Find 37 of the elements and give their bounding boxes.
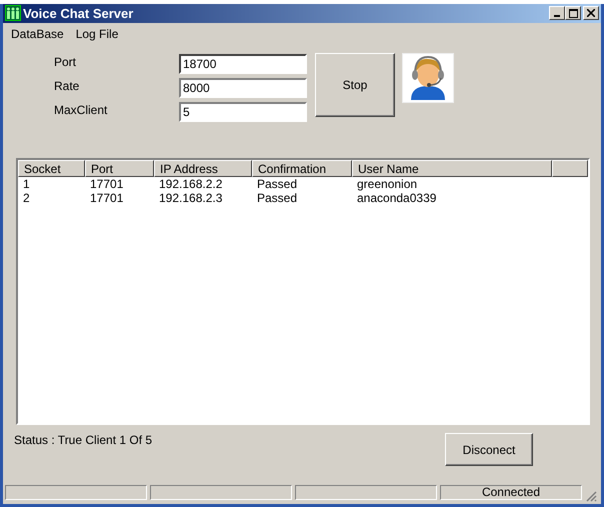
- column-header[interactable]: [552, 160, 588, 178]
- maximize-button[interactable]: [565, 6, 581, 20]
- close-button[interactable]: [583, 6, 599, 20]
- table-cell-text: Passed: [256, 177, 298, 192]
- column-header[interactable]: User Name: [352, 160, 552, 178]
- table-cell-text: 192.168.2.3: [158, 191, 224, 206]
- field-label: MaxClient: [54, 102, 108, 119]
- input-field[interactable]: 5: [179, 102, 307, 122]
- stop-button[interactable]: Stop: [315, 52, 395, 117]
- minimize-button[interactable]: [549, 6, 565, 20]
- column-header[interactable]: IP Address: [154, 160, 252, 178]
- menu-item[interactable]: Log File: [76, 26, 118, 41]
- field-label: Rate: [54, 78, 80, 95]
- status-panel: Connected: [440, 485, 582, 500]
- column-header[interactable]: Confirmation: [252, 160, 352, 178]
- headset-user-icon: [402, 52, 454, 103]
- input-field[interactable]: 8000: [179, 78, 307, 98]
- column-header[interactable]: Socket: [18, 160, 85, 178]
- maximize-icon: [568, 8, 578, 18]
- resize-grip-icon[interactable]: [585, 490, 597, 502]
- table-cell-text: greenonion: [356, 177, 418, 192]
- menu-item[interactable]: DataBase: [11, 26, 64, 41]
- column-header[interactable]: Port: [85, 160, 154, 178]
- close-icon: [587, 9, 595, 18]
- field-label: Port: [54, 54, 78, 71]
- table-cell-text: 192.168.2.2: [158, 177, 224, 192]
- window-title: Voice Chat Server: [23, 6, 134, 21]
- table-cell-text: 17701: [89, 191, 124, 206]
- table-cell-text: 17701: [89, 177, 124, 192]
- table-cell-text: anaconda0339: [356, 191, 438, 206]
- table-cell-text: Passed: [256, 191, 298, 206]
- status-text: Status : True Client 1 Of 5: [14, 433, 154, 450]
- input-field[interactable]: 18700: [179, 54, 307, 74]
- table-cell-text: 1: [22, 177, 31, 192]
- disconnect-button[interactable]: Disconect: [445, 433, 533, 466]
- table-cell-text: 2: [22, 191, 31, 206]
- app-icon: [5, 5, 21, 22]
